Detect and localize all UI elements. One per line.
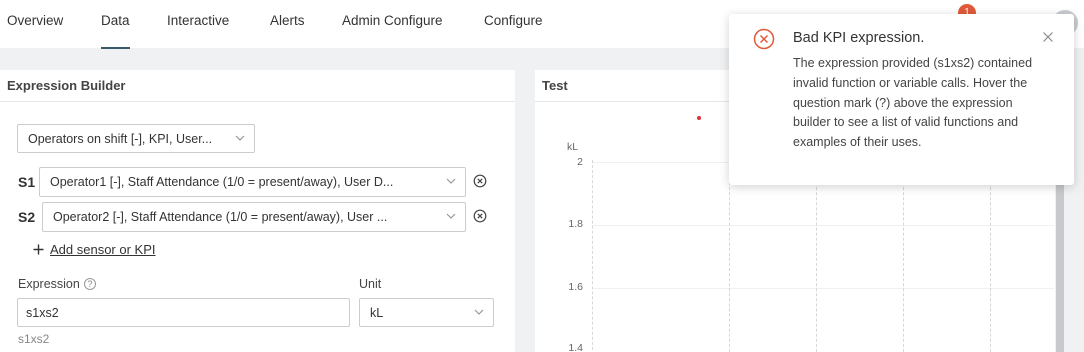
remove-sensor-s2-icon[interactable]	[473, 209, 487, 223]
expression-builder-panel: Expression Builder Operators on shift [-…	[0, 70, 515, 352]
question-mark-icon[interactable]: ?	[83, 278, 96, 290]
y-tick-label: 1.4	[568, 342, 583, 352]
sensor-select-s1[interactable]: Operator1 [-], Staff Attendance (1/0 = p…	[39, 167, 466, 197]
tab-configure[interactable]: Configure	[484, 13, 543, 28]
unit-select-value: kL	[370, 306, 384, 320]
sensor-select-s2-value: Operator2 [-], Staff Attendance (1/0 = p…	[53, 210, 388, 224]
y-tick-label: 1.8	[568, 218, 583, 230]
expression-label: Expression?	[18, 277, 96, 291]
expression-label-text: Expression	[18, 277, 80, 291]
grid-line	[903, 172, 904, 352]
grid-line	[592, 288, 1054, 289]
sensor-select-s2[interactable]: Operator2 [-], Staff Attendance (1/0 = p…	[42, 202, 466, 232]
source-select-value: Operators on shift [-], KPI, User...	[28, 132, 213, 146]
grid-line	[816, 172, 817, 352]
toast-title: Bad KPI expression.	[793, 30, 925, 46]
expression-preview: s1xs2	[18, 332, 50, 346]
error-toast: Bad KPI expression. The expression provi…	[729, 14, 1074, 185]
unit-select[interactable]: kL	[359, 298, 494, 327]
expression-builder-title: Expression Builder	[0, 70, 515, 102]
chevron-down-icon	[446, 178, 456, 184]
y-axis-unit: kL	[567, 141, 579, 153]
unit-label: Unit	[359, 277, 382, 291]
y-tick-label: 2	[577, 156, 583, 168]
sensor-id-s1: S1	[18, 174, 36, 190]
add-sensor-link[interactable]: Add sensor or KPI	[33, 242, 156, 257]
expression-input[interactable]: s1xs2	[17, 298, 350, 327]
toast-message: The expression provided (s1xs2) containe…	[793, 56, 1033, 150]
y-tick-label: 1.6	[568, 281, 583, 293]
grid-line	[990, 172, 991, 352]
add-sensor-link-label: Add sensor or KPI	[50, 242, 156, 257]
plus-icon	[33, 244, 44, 255]
sensor-select-s1-value: Operator1 [-], Staff Attendance (1/0 = p…	[50, 175, 394, 189]
tab-overview[interactable]: Overview	[7, 13, 63, 28]
grid-line	[592, 225, 1054, 226]
tab-data[interactable]: Data	[101, 13, 130, 49]
y-axis-line	[592, 160, 593, 352]
source-select[interactable]: Operators on shift [-], KPI, User...	[17, 124, 255, 153]
close-icon[interactable]	[1042, 31, 1054, 43]
tab-admin-configure[interactable]: Admin Configure	[342, 13, 443, 28]
grid-line	[729, 172, 730, 352]
tab-interactive[interactable]: Interactive	[167, 13, 229, 28]
chevron-down-icon	[474, 309, 484, 315]
data-point	[697, 116, 701, 120]
chevron-down-icon	[235, 135, 245, 141]
sensor-id-s2: S2	[18, 209, 36, 225]
error-icon	[753, 28, 775, 50]
chevron-down-icon	[446, 213, 456, 219]
remove-sensor-s1-icon[interactable]	[473, 174, 487, 188]
tab-alerts[interactable]: Alerts	[270, 13, 305, 28]
